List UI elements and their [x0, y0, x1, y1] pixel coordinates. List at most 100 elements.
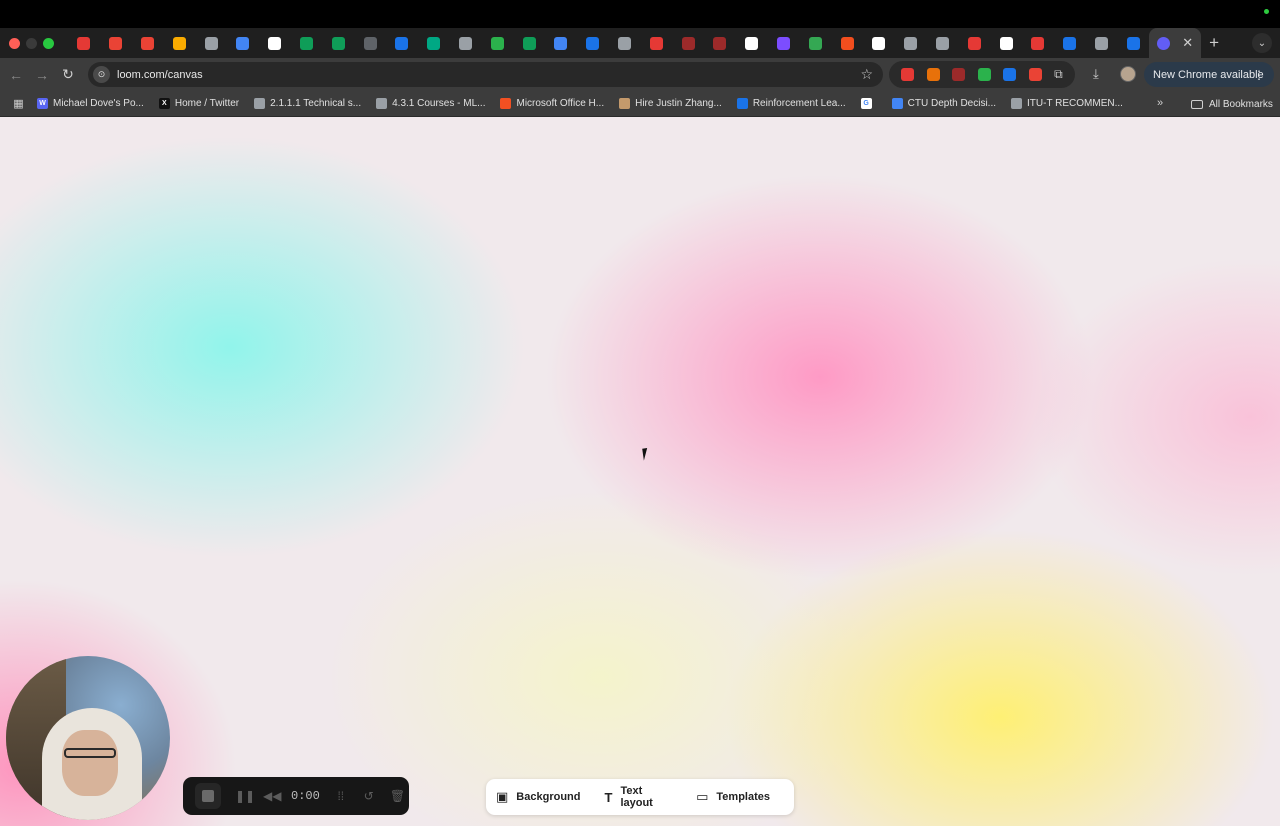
reload-button[interactable]: ↻ [55, 66, 81, 83]
extensions-puzzle-icon[interactable]: ⧉ [1054, 67, 1063, 82]
tab-7[interactable] [291, 28, 323, 58]
folder-icon [1191, 99, 1203, 109]
tab-31[interactable] [1054, 28, 1086, 58]
tab-9[interactable] [354, 28, 386, 58]
templates-button[interactable]: ▭ Templates [696, 789, 770, 805]
close-tab-icon[interactable]: ✕ [1182, 35, 1193, 51]
tab-2[interactable] [132, 28, 164, 58]
swirl-icon [967, 36, 981, 50]
minimize-window-button[interactable] [26, 37, 37, 49]
tab-18[interactable] [640, 28, 672, 58]
bookmark-list: W Michael Dove's Po... X Home / Twitter 2.1.… [37, 91, 1123, 117]
pause-icon[interactable]: ❚❚ [235, 789, 255, 803]
microsoft-icon [500, 98, 512, 109]
close-window-button[interactable] [9, 37, 20, 49]
bookmark-item[interactable]: G [860, 91, 877, 117]
maximize-window-button[interactable] [43, 37, 54, 49]
bookmark-item[interactable]: 2.1.1.1 Technical s... [254, 91, 361, 117]
tab-20[interactable] [704, 28, 736, 58]
bookmark-label: Michael Dove's Po... [53, 98, 144, 109]
tab-27[interactable] [927, 28, 959, 58]
dark-circle-icon [713, 36, 727, 50]
tab-5[interactable] [227, 28, 259, 58]
text-layout-button[interactable]: T Text layout [604, 785, 672, 809]
site-info-icon[interactable]: ⊙ [93, 66, 110, 83]
tab-6[interactable] [259, 28, 291, 58]
bookmark-star-icon[interactable]: ☆ [860, 66, 873, 83]
tab-21[interactable] [736, 28, 768, 58]
openai-icon [935, 36, 949, 50]
tab-29[interactable] [990, 28, 1022, 58]
extension-icon[interactable] [977, 68, 991, 81]
bookmark-item[interactable]: W Michael Dove's Po... [37, 91, 144, 117]
tab-1[interactable] [100, 28, 132, 58]
back-button[interactable]: ← [3, 67, 29, 83]
all-bookmarks-button[interactable]: All Bookmarks [1191, 91, 1273, 117]
tab-23[interactable] [799, 28, 831, 58]
extension-icon[interactable] [952, 68, 966, 81]
address-bar[interactable]: ⊙ loom.com/canvas ☆ [88, 62, 883, 87]
extension-icon[interactable] [926, 68, 940, 81]
background-button[interactable]: ▣ Background [496, 789, 580, 805]
tab-active[interactable]: ✕ [1149, 28, 1202, 58]
tab-25[interactable] [863, 28, 895, 58]
sheets-icon [331, 36, 345, 50]
tab-8[interactable] [322, 28, 354, 58]
extension-icon[interactable] [1003, 68, 1017, 81]
bookmark-item[interactable]: Hire Justin Zhang... [619, 91, 722, 117]
tab-search-button[interactable]: ⌄ [1252, 33, 1272, 53]
bookmark-item[interactable]: X Home / Twitter [158, 91, 239, 117]
tab-28[interactable] [958, 28, 990, 58]
bookmark-item[interactable]: CTU Depth Decisi... [891, 91, 997, 117]
tab-13[interactable] [481, 28, 513, 58]
camera-bubble[interactable] [6, 656, 170, 820]
url-text[interactable]: loom.com/canvas [117, 69, 203, 81]
bookmark-item[interactable]: Microsoft Office H... [500, 91, 604, 117]
figma-icon [840, 36, 854, 50]
more-bookmarks-icon[interactable]: » [1157, 97, 1163, 109]
rewind-icon[interactable]: ◀◀ [263, 789, 281, 803]
bookmark-item[interactable]: ITU-T RECOMMEN... [1011, 91, 1123, 117]
tab-10[interactable] [386, 28, 418, 58]
tab-4[interactable] [195, 28, 227, 58]
bookmark-item[interactable]: Reinforcement Lea... [736, 91, 846, 117]
tab-12[interactable] [450, 28, 482, 58]
tab-32[interactable] [1086, 28, 1118, 58]
new-tab-button[interactable]: + [1201, 33, 1227, 53]
tab-11[interactable] [418, 28, 450, 58]
delete-icon[interactable]: 🗑 [390, 789, 405, 803]
loom-canvas[interactable]: ❚❚ ◀◀ 0:00 ⁞⁞ ↺ 🗑 ▣ Background T Text la… [0, 117, 1280, 826]
stop-recording-button[interactable] [195, 783, 221, 809]
tab-19[interactable] [672, 28, 704, 58]
card-icon [1063, 36, 1077, 50]
status-dot [1264, 9, 1269, 14]
tab-26[interactable] [895, 28, 927, 58]
tab-17[interactable] [609, 28, 641, 58]
tab-14[interactable] [513, 28, 545, 58]
tab-15[interactable] [545, 28, 577, 58]
tab-22[interactable] [768, 28, 800, 58]
more-menu-icon[interactable]: ⋮ [1253, 68, 1265, 82]
bookmark-label: CTU Depth Decisi... [907, 98, 997, 109]
bookmark-item[interactable]: 4.3.1 Courses - ML... [376, 91, 485, 117]
profile-avatar[interactable] [1120, 66, 1136, 82]
tab-33[interactable] [1117, 28, 1149, 58]
download-icon[interactable]: ⤓ [1093, 66, 1099, 82]
extension-icon[interactable] [901, 68, 915, 81]
tab-0[interactable] [68, 28, 100, 58]
tab-16[interactable] [577, 28, 609, 58]
forward-button[interactable]: → [29, 67, 55, 83]
extension-icon[interactable] [1028, 68, 1042, 81]
drawing-grid-icon[interactable]: ⁞⁞ [334, 789, 348, 803]
w-icon: W [37, 98, 48, 109]
gmail-icon [109, 36, 123, 50]
glasses [64, 748, 116, 758]
bookmark-label: ITU-T RECOMMEN... [1027, 98, 1123, 109]
restart-icon[interactable]: ↺ [362, 789, 376, 803]
tab-3[interactable] [163, 28, 195, 58]
apps-grid-icon[interactable]: ▦ [0, 97, 37, 110]
update-chrome-button[interactable]: New Chrome available ⋮ [1144, 62, 1274, 87]
purple-circle-icon [776, 36, 790, 50]
tab-30[interactable] [1022, 28, 1054, 58]
tab-24[interactable] [831, 28, 863, 58]
